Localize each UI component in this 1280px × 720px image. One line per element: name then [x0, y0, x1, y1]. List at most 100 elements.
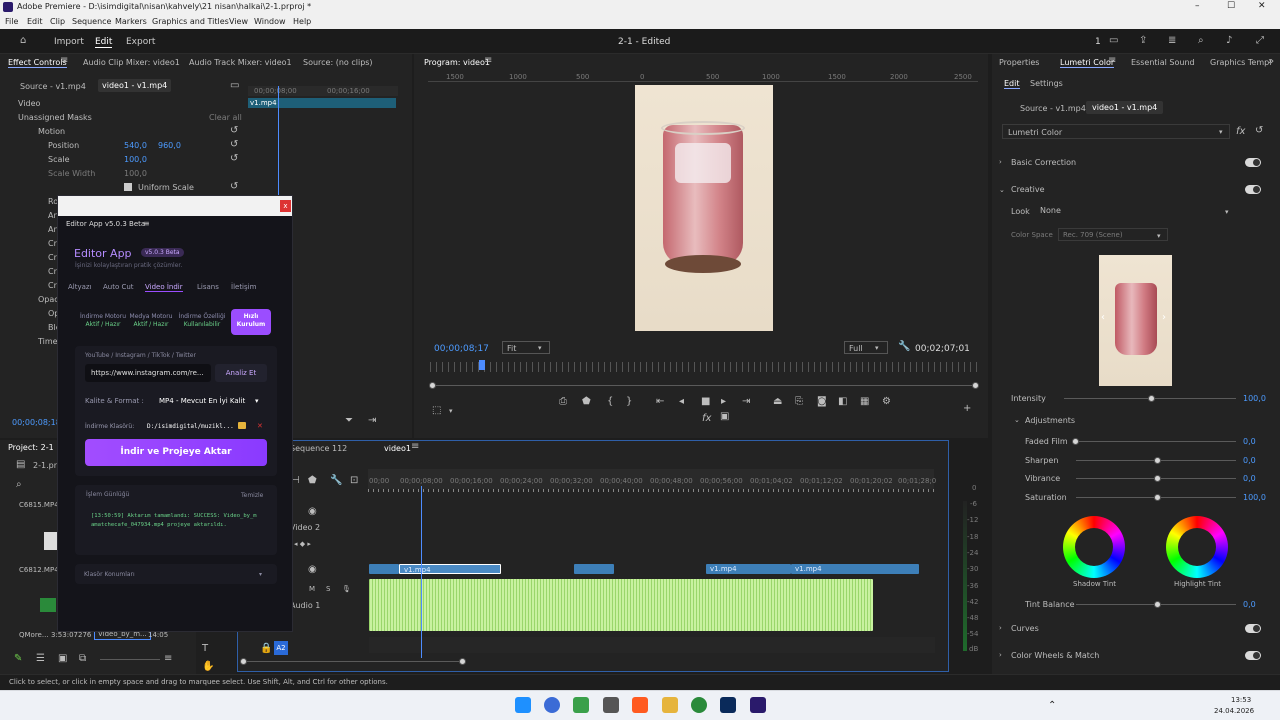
timeline-zoom-right[interactable]	[459, 658, 466, 665]
tab-properties[interactable]: Properties	[999, 58, 1039, 67]
reset-icon[interactable]: ↺	[230, 154, 238, 164]
chevron-down-icon[interactable]: ⌄	[1014, 415, 1020, 425]
share-icon[interactable]: ⇪	[1139, 36, 1147, 46]
chevron-right-icon[interactable]: ›	[999, 650, 1002, 660]
subtab-edit[interactable]: Edit	[1004, 79, 1020, 89]
reset-icon[interactable]: ↺	[230, 140, 238, 150]
zoom-left-handle[interactable]	[429, 382, 436, 389]
compare-icon[interactable]: ◧	[838, 397, 847, 407]
tint-balance-knob[interactable]	[1154, 601, 1161, 608]
video-clip[interactable]	[574, 564, 614, 574]
source-chip[interactable]: Source - v1.mp4	[1020, 104, 1086, 113]
chevron-right-icon[interactable]: ›	[999, 623, 1002, 633]
tab-auto-cut[interactable]: Auto Cut	[103, 283, 134, 291]
video-clip[interactable]	[369, 564, 399, 574]
fx-icon[interactable]: fx	[1236, 127, 1245, 137]
audio-clip[interactable]	[369, 579, 873, 631]
sharpen-knob[interactable]	[1154, 457, 1161, 464]
timeline-playhead[interactable]	[421, 486, 422, 658]
tab-effect-controls[interactable]: Effect Controls	[8, 58, 67, 68]
curves-label[interactable]: Curves	[1011, 624, 1039, 633]
audio-thumbnail[interactable]	[40, 598, 56, 612]
basic-correction-label[interactable]: Basic Correction	[1011, 158, 1076, 167]
app-icon[interactable]	[573, 697, 589, 713]
chevron-down-icon[interactable]: ▾	[259, 570, 262, 580]
search-icon[interactable]: ⌕	[16, 480, 22, 490]
video-clip[interactable]: v1.mp4	[791, 564, 919, 574]
captions-icon[interactable]: ⊡	[350, 476, 358, 486]
zoom-bar[interactable]	[433, 385, 975, 386]
menu-icon[interactable]: ≡	[143, 219, 150, 229]
color-wheels-toggle[interactable]	[1245, 651, 1261, 660]
mute-icon[interactable]: M	[309, 584, 315, 594]
next-look-icon[interactable]: ›	[1162, 313, 1166, 323]
sort-icon[interactable]: ≡	[164, 654, 172, 664]
playhead-marker[interactable]	[479, 360, 485, 370]
marker-icon[interactable]: ⬟	[582, 397, 591, 407]
quick-setup-button[interactable]: Hızlı Kurulum	[231, 309, 271, 335]
tab-essential-sound[interactable]: Essential Sound	[1131, 58, 1195, 67]
scale-value[interactable]: 100,0	[124, 155, 147, 164]
download-import-button[interactable]: İndir ve Projeye Aktar	[85, 439, 267, 466]
menu-sequence[interactable]: Sequence	[72, 17, 111, 26]
freeform-icon[interactable]: ⧉	[79, 654, 86, 664]
layout-icon[interactable]: ▭	[1109, 36, 1118, 46]
tab-sequence[interactable]: Sequence 112	[290, 444, 347, 453]
photoshop-icon[interactable]	[720, 697, 736, 713]
fx-icon[interactable]: fx	[702, 414, 711, 424]
clear-folder-icon[interactable]: ✕	[257, 421, 263, 431]
type-tool-icon[interactable]: T	[202, 644, 208, 654]
grid-icon[interactable]: ▦	[860, 397, 869, 407]
list-view-icon[interactable]: ☰	[36, 654, 45, 664]
extract-icon[interactable]: ⎙	[559, 397, 567, 407]
menu-icon[interactable]: ≡	[411, 442, 419, 452]
settings-icon[interactable]: ⚙	[882, 397, 891, 407]
add-button-icon[interactable]: +	[963, 404, 971, 414]
clock-date[interactable]: 24.04.2026	[1214, 707, 1254, 715]
lift-icon[interactable]: ⏏	[773, 397, 782, 407]
color-wheels-label[interactable]: Color Wheels & Match	[1011, 651, 1099, 660]
app-icon[interactable]	[544, 697, 560, 713]
pencil-icon[interactable]: ✎	[14, 654, 22, 664]
shadow-tint-wheel[interactable]	[1063, 516, 1125, 578]
motion-label[interactable]: Motion	[38, 127, 65, 136]
look-select[interactable]: None	[1037, 204, 1235, 217]
menu-file[interactable]: File	[5, 17, 18, 26]
tab-altyazi[interactable]: Altyazı	[68, 283, 92, 291]
tab-edit[interactable]: Edit	[95, 37, 113, 48]
premiere-icon[interactable]	[750, 697, 766, 713]
menu-help[interactable]: Help	[293, 17, 311, 26]
effect-select[interactable]: Lumetri Color	[1002, 124, 1230, 139]
folder-icon[interactable]	[238, 422, 246, 429]
zoom-right-handle[interactable]	[972, 382, 979, 389]
tab-video-indir[interactable]: Video İndir	[145, 283, 183, 292]
project-item[interactable]: C6812.MP4	[19, 566, 59, 574]
close-button[interactable]: ✕	[1258, 1, 1266, 11]
mic-icon[interactable]: 🎙	[342, 584, 351, 594]
chevron-right-icon[interactable]: ›	[999, 157, 1002, 167]
clip-chip[interactable]: video1 - v1.mp4	[98, 79, 172, 92]
basic-correction-toggle[interactable]	[1245, 158, 1261, 167]
go-to-in-icon[interactable]: ⇤	[656, 397, 664, 407]
home-icon[interactable]: ⌂	[20, 36, 26, 46]
tray-chevron-icon[interactable]: ⌃	[1048, 700, 1056, 711]
vibrance-knob[interactable]	[1154, 475, 1161, 482]
icon-view-icon[interactable]: ▣	[58, 654, 67, 664]
timeline-zoom-left[interactable]	[240, 658, 247, 665]
filter-icon[interactable]: ⏷	[345, 416, 353, 426]
chrome-icon[interactable]	[691, 697, 707, 713]
saturation-knob[interactable]	[1154, 494, 1161, 501]
full-select[interactable]: Full	[844, 341, 888, 354]
reset-icon[interactable]: ↺	[230, 126, 238, 136]
tab-source[interactable]: Source: (no clips)	[303, 58, 373, 67]
step-back-icon[interactable]: ◂	[679, 397, 684, 407]
menu-edit[interactable]: Edit	[27, 17, 43, 26]
chevron-down-icon[interactable]: ▾	[449, 406, 453, 416]
export-frame-icon[interactable]: ⇥	[368, 416, 376, 426]
vibrance-value[interactable]: 0,0	[1243, 474, 1256, 483]
faded-film-value[interactable]: 0,0	[1243, 437, 1256, 446]
faded-film-knob[interactable]	[1072, 438, 1079, 445]
popup-close-button[interactable]: x	[280, 200, 291, 212]
reset-icon[interactable]: ↺	[230, 182, 238, 192]
sharpen-value[interactable]: 0,0	[1243, 456, 1256, 465]
